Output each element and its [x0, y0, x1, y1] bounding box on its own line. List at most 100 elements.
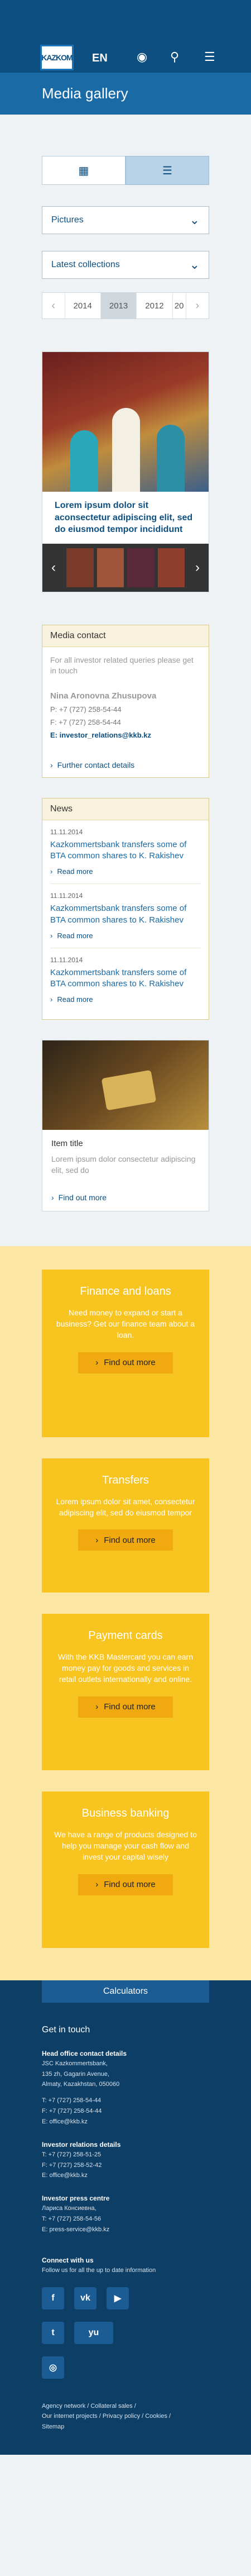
contact-email-link[interactable]: E: investor_relations@kkb.kz	[50, 731, 201, 739]
social-row: t yu	[42, 2321, 209, 2344]
press-contact-name: Лариса Консиевна,	[42, 2205, 96, 2212]
view-toggle: ▦ ☰	[42, 156, 209, 185]
sitemap-link[interactable]: Sitemap	[42, 2422, 209, 2432]
map-pin-icon[interactable]: ◉	[137, 50, 147, 64]
find-out-more-button[interactable]: › Find out more	[78, 1352, 173, 1373]
news-date: 11.11.2014	[50, 828, 83, 836]
further-contact-link[interactable]: › Further contact details	[50, 761, 201, 769]
thumb-prev-button[interactable]: ‹	[42, 544, 65, 592]
connect-text: Follow us for all the up to date informa…	[42, 2266, 156, 2274]
promo-text: We have a range of products designed to …	[54, 1829, 197, 1862]
photo-figure	[70, 430, 98, 492]
social-row: ◎	[42, 2356, 209, 2379]
footer-fax: F: +7 (727) 258-52-42	[42, 2161, 102, 2169]
head-office-title: Head office contact details	[42, 2049, 127, 2057]
media-type-value: Pictures	[51, 215, 84, 225]
read-more-link[interactable]: › Read more	[50, 931, 201, 940]
thumb-next-button[interactable]: ›	[186, 544, 209, 592]
gallery-main-photo[interactable]	[42, 352, 209, 492]
investor-title: Investor relations details	[42, 2140, 121, 2149]
find-out-more-button[interactable]: › Find out more	[78, 1696, 173, 1718]
twitter-icon[interactable]: t	[42, 2321, 64, 2344]
promo-button-label: Find out more	[104, 1358, 156, 1368]
menu-icon[interactable]: ☰	[204, 50, 215, 64]
read-more-link[interactable]: › Read more	[50, 995, 201, 1004]
grid-icon: ▦	[78, 164, 89, 177]
thumbnail[interactable]	[96, 548, 124, 587]
media-contact-intro: For all investor related queries please …	[50, 655, 194, 676]
chevron-right-icon: ›	[95, 1535, 99, 1545]
footer-email-link[interactable]: E: press-service@kkb.kz	[42, 2226, 209, 2234]
news-title-link[interactable]: Kazkommertsbank transfers some of BTA co…	[50, 967, 201, 990]
promo-button-label: Find out more	[104, 1880, 156, 1890]
connect-title: Connect with us	[42, 2256, 94, 2264]
thumbnail[interactable]	[127, 548, 155, 587]
read-more-label: Read more	[57, 995, 93, 1004]
social-row: f vk ▶	[42, 2287, 209, 2309]
yvision-icon[interactable]: yu	[74, 2321, 113, 2344]
promo-text: With the KKB Mastercard you can earn mon…	[58, 1652, 193, 1684]
promo-button-label: Find out more	[104, 1702, 156, 1712]
footer-address-line: Almaty, Kazakhstan, 050060	[42, 2081, 120, 2088]
gallery-caption: Lorem ipsum dolor sit aconsectetur adipi…	[55, 501, 193, 535]
promo-section: Finance and loans Need money to expand o…	[0, 1246, 251, 1980]
promo-text: Lorem ipsum dolor sit amet, consectetur …	[56, 1496, 195, 1517]
year-tab[interactable]: 20	[173, 293, 186, 319]
promo-card-finance: Finance and loans Need money to expand o…	[42, 1269, 209, 1437]
media-contact-header: Media contact	[42, 625, 209, 647]
find-out-more-button[interactable]: › Find out more	[78, 1874, 173, 1895]
footer-link-row[interactable]: Agency network / Collateral sales /	[42, 2401, 209, 2412]
footer-phone: T: +7 (727) 258-51-25	[42, 2151, 102, 2158]
thumbnail[interactable]	[66, 548, 94, 587]
footer-email-link[interactable]: E: office@kkb.kz	[42, 2171, 209, 2180]
collection-select[interactable]: Latest collections ⌄	[42, 251, 209, 279]
find-out-more-label: Find out more	[58, 1192, 107, 1202]
bank-logo[interactable]: KAZKOM	[40, 45, 74, 70]
promo-title: Finance and loans	[80, 1285, 171, 1297]
find-out-more-button[interactable]: › Find out more	[78, 1529, 173, 1551]
photo-gallery: Lorem ipsum dolor sit aconsectetur adipi…	[42, 351, 209, 592]
year-tab[interactable]: 2014	[65, 293, 101, 319]
year-next-button[interactable]: ›	[186, 293, 209, 319]
grid-view-button[interactable]: ▦	[42, 156, 126, 185]
site-header: KAZKOM EN ◉ ⚲ ☰	[0, 0, 251, 73]
year-tab-active[interactable]: 2013	[100, 293, 137, 319]
chevron-right-icon: ›	[95, 1702, 99, 1712]
promo-card-payment-cards: Payment cards With the KKB Mastercard yo…	[42, 1613, 209, 1770]
item-card-photo[interactable]	[42, 1040, 209, 1130]
promo-title: Transfers	[102, 1474, 149, 1486]
page-title: Media gallery	[42, 85, 128, 102]
promo-card-business-banking: Business banking We have a range of prod…	[42, 1791, 209, 1948]
language-switch[interactable]: EN	[92, 52, 108, 65]
footer-links: Agency network / Collateral sales / Our …	[42, 2401, 209, 2432]
promo-title: Payment cards	[88, 1629, 163, 1642]
footer-link-row[interactable]: Our internet projects / Privacy policy /…	[42, 2411, 209, 2422]
vk-icon[interactable]: vk	[74, 2287, 96, 2309]
list-icon: ☰	[162, 164, 172, 177]
news-title-link[interactable]: Kazkommertsbank transfers some of BTA co…	[50, 903, 201, 926]
media-type-select[interactable]: Pictures ⌄	[42, 206, 209, 234]
contact-phone: P: +7 (727) 258-54-44	[50, 705, 122, 714]
calculators-button[interactable]: Calculators	[42, 1980, 209, 2003]
media-contact-box: Media contact For all investor related q…	[42, 624, 209, 778]
list-view-button[interactable]: ☰	[126, 156, 209, 185]
chevron-down-icon: ⌄	[189, 213, 200, 227]
thumbnail[interactable]	[157, 548, 185, 587]
search-icon[interactable]: ⚲	[170, 50, 179, 64]
year-prev-button[interactable]: ‹	[42, 293, 65, 319]
footer-address-line: 135 zh, Gagarin Avenue,	[42, 2070, 109, 2078]
chevron-right-icon: ›	[51, 1192, 54, 1202]
news-header: News	[42, 798, 209, 820]
promo-text: Need money to expand or start a business…	[56, 1308, 195, 1340]
year-tab[interactable]: 2012	[137, 293, 173, 319]
youtube-icon[interactable]: ▶	[107, 2287, 129, 2309]
read-more-link[interactable]: › Read more	[50, 867, 201, 876]
footer-email-link[interactable]: E: office@kkb.kz	[42, 2118, 209, 2126]
item-card-text: Lorem ipsum dolor consectetur adipiscing…	[51, 1154, 196, 1175]
facebook-icon[interactable]: f	[42, 2287, 64, 2309]
news-title-link[interactable]: Kazkommertsbank transfers some of BTA co…	[50, 839, 201, 862]
instagram-icon[interactable]: ◎	[42, 2356, 64, 2379]
chevron-right-icon: ›	[50, 931, 53, 940]
chevron-right-icon: ›	[50, 995, 53, 1004]
find-out-more-link[interactable]: › Find out more	[51, 1193, 200, 1202]
